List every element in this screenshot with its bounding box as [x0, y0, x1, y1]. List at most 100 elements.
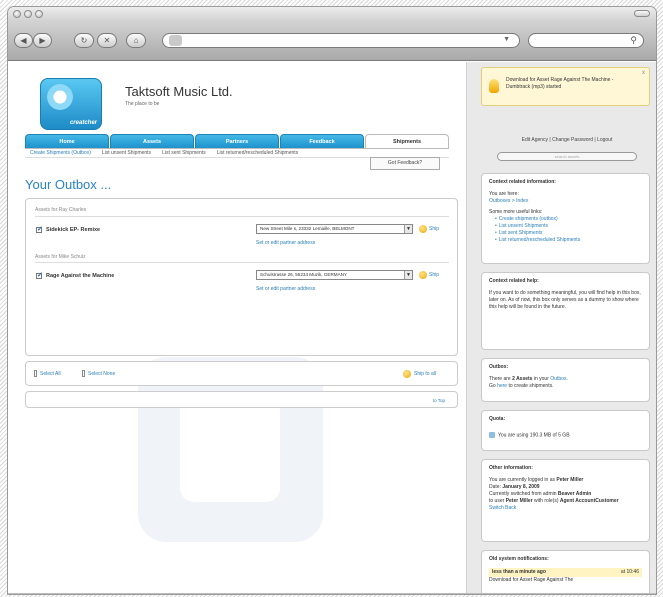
- useful-link[interactable]: List sent Shipments: [495, 230, 642, 237]
- partner-address-select[interactable]: New Street Mile s, 23332 Lemaille, BELMO…: [256, 224, 413, 234]
- page-title: Your Outbox ...: [25, 177, 112, 192]
- switch-back-link[interactable]: Switch Back: [489, 505, 642, 512]
- info-text: Date:: [489, 484, 501, 490]
- create-shipments-here-link[interactable]: here: [497, 383, 507, 389]
- current-date: January 8, 2009: [502, 484, 540, 490]
- ship-link[interactable]: Ship: [429, 272, 439, 278]
- close-icon[interactable]: x: [642, 70, 645, 76]
- quota-text: You are using 190.3 MB of 5 GB: [498, 432, 570, 439]
- browser-window: ◀ ▶ ↻ ✕ ⌂ ▼ ⚲ creatcher Taktsoft Music L…: [7, 6, 657, 595]
- company-name: Taktsoft Music Ltd.: [125, 84, 233, 99]
- asset-checkbox[interactable]: [36, 225, 43, 233]
- you-are-here-label: You are here:: [489, 191, 519, 197]
- browser-search-field[interactable]: ⚲: [528, 33, 644, 48]
- asset-name: Sidekick EP- Remixe: [46, 227, 101, 233]
- company-logo[interactable]: creatcher: [40, 78, 102, 130]
- breadcrumb[interactable]: Outboxes > Index: [489, 198, 642, 205]
- box-title: Outbox:: [489, 364, 509, 370]
- outbox-link[interactable]: Outbox: [550, 376, 566, 382]
- subnav-returned-shipments[interactable]: List returned/rescheduled Shipments: [217, 150, 298, 156]
- feedback-popup[interactable]: Got Feedback?: [370, 157, 440, 170]
- info-text: You are currently logged in as: [489, 477, 555, 483]
- useful-link[interactable]: Create shipments (outbox): [495, 216, 642, 223]
- old-notifications-box: Old system notifications: less than a mi…: [481, 550, 650, 594]
- useful-links-list: Create shipments (outbox) List unsent Sh…: [489, 216, 642, 244]
- select-all-link[interactable]: Select All: [40, 371, 61, 377]
- select-none-icon: [82, 370, 85, 377]
- select-none-link[interactable]: Select None: [88, 371, 115, 377]
- info-text: Currently switched from admin: [489, 491, 557, 497]
- notification-text: Download for Asset Rage Against The: [489, 577, 574, 583]
- selection-bar: Select All Select None Ship to all: [25, 361, 458, 386]
- tab-home[interactable]: Home: [25, 134, 109, 148]
- box-title: Other information:: [489, 465, 533, 471]
- sidebar-search-placeholder: search assets: [554, 154, 580, 159]
- window-bottom-edge: [8, 593, 656, 594]
- download-notice: Download for Asset Rage Against The Mach…: [481, 67, 650, 106]
- group-divider: [35, 216, 449, 217]
- home-button[interactable]: ⌂: [126, 33, 146, 48]
- switched-user: Peter Miller: [505, 498, 533, 504]
- forward-button[interactable]: ▶: [33, 33, 52, 48]
- context-info-box: Context related information: You are her…: [481, 173, 650, 264]
- notification-time: at 10:46: [620, 569, 639, 575]
- reload-button[interactable]: ↻: [74, 33, 94, 48]
- sidebar-search-input[interactable]: search assets: [497, 152, 637, 161]
- tab-shipments[interactable]: Shipments: [365, 134, 449, 148]
- to-top-link[interactable]: to Top: [433, 398, 445, 403]
- asset-group-heading: Assets for Mike Schulz: [35, 254, 86, 260]
- asset-checkbox[interactable]: [36, 271, 43, 279]
- subnav-create-shipments[interactable]: Create Shipments (Outbox): [30, 150, 91, 156]
- partner-address-select[interactable]: Schulstrasse 26, 55234 Muzik, GERMANY ▼: [256, 270, 413, 280]
- select-arrow-icon: ▼: [404, 271, 412, 279]
- select-arrow-icon: ▼: [404, 225, 412, 233]
- zoom-window-button[interactable]: [35, 10, 43, 18]
- page-viewport: creatcher Taktsoft Music Ltd. The place …: [8, 62, 656, 594]
- admin-name: Beaver Admin: [557, 491, 592, 497]
- right-sidebar: Download for Asset Rage Against The Mach…: [466, 62, 656, 594]
- help-text: If you want to do something meaningful, …: [489, 290, 641, 310]
- outbox-assets-panel: Assets for Ray Charles Sidekick EP- Remi…: [25, 198, 458, 356]
- notification-age: less than a minute ago: [492, 569, 546, 575]
- company-tagline: The place to be: [125, 101, 160, 107]
- info-text: with role(s): [534, 498, 559, 504]
- useful-links-label: Some more useful links:: [489, 209, 543, 215]
- outbox-count: 2 Assets: [512, 376, 533, 382]
- back-button[interactable]: ◀: [14, 33, 33, 48]
- subnav-sent-shipments[interactable]: List sent Shipments: [162, 150, 206, 156]
- outbox-text: Go: [489, 383, 496, 389]
- tab-partners[interactable]: Partners: [195, 134, 279, 148]
- logged-in-user: Peter Miller: [556, 477, 584, 483]
- select-all-icon: [34, 370, 37, 377]
- toolbar-toggle-button[interactable]: [634, 10, 650, 17]
- ship-icon[interactable]: [419, 225, 427, 233]
- ship-icon[interactable]: [419, 271, 427, 279]
- box-title: Context related help:: [489, 278, 539, 284]
- main-tabs: Home Assets Partners Feedback Shipments: [25, 134, 449, 148]
- address-dropdown-icon[interactable]: ▼: [503, 36, 510, 43]
- stop-button[interactable]: ✕: [97, 33, 117, 48]
- quota-box: Quota: You are using 190.3 MB of 5 GB: [481, 410, 650, 451]
- favicon-icon: [169, 35, 182, 46]
- ship-all-icon[interactable]: [403, 370, 411, 378]
- outbox-text: in your: [533, 376, 549, 382]
- tab-assets[interactable]: Assets: [110, 134, 194, 148]
- minimize-window-button[interactable]: [24, 10, 32, 18]
- edit-address-link[interactable]: Set or edit partner address: [256, 286, 315, 292]
- asset-group-heading: Assets for Ray Charles: [35, 207, 87, 213]
- ship-all-link[interactable]: Ship to all: [414, 371, 436, 377]
- browser-toolbar: ◀ ▶ ↻ ✕ ⌂ ▼ ⚲: [8, 21, 656, 61]
- edit-address-link[interactable]: Set or edit partner address: [256, 240, 315, 246]
- close-window-button[interactable]: [13, 10, 21, 18]
- asset-name: Rage Against the Machine: [46, 273, 115, 279]
- address-bar[interactable]: ▼: [162, 33, 520, 48]
- tab-feedback[interactable]: Feedback: [280, 134, 364, 148]
- title-bar: [8, 7, 656, 21]
- useful-link[interactable]: List unsent Shipments: [495, 223, 642, 230]
- subnav-unsent-shipments[interactable]: List unsent Shipments: [102, 150, 151, 156]
- user-links[interactable]: Edit Agency | Change Password | Logout: [487, 137, 647, 143]
- outbox-box: Outbox: There are 2 Assets in your Outbo…: [481, 358, 650, 402]
- to-top-bar: to Top: [25, 391, 458, 408]
- useful-link[interactable]: List returned/rescheduled Shipments: [495, 237, 642, 244]
- ship-link[interactable]: Ship: [429, 226, 439, 232]
